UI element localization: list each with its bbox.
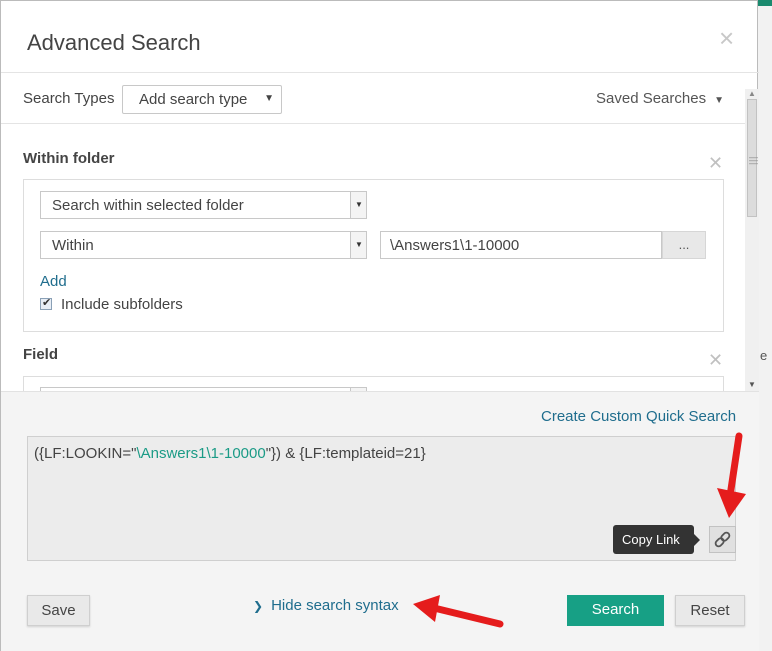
include-subfolders-row: Include subfolders [40, 296, 183, 313]
grip-icon: — — — [749, 152, 758, 168]
hide-search-syntax-label: Hide search syntax [271, 597, 399, 614]
scroll-down-icon[interactable]: ▼ [745, 379, 759, 391]
syntax-suffix: "}) & {LF:templateid=21} [265, 445, 426, 462]
add-search-type-value: Add search type [139, 91, 248, 108]
create-custom-quick-search-link[interactable]: Create Custom Quick Search [541, 408, 736, 425]
within-folder-title: Within folder [23, 150, 115, 167]
syntax-prefix: ({LF:LOOKIN=" [34, 445, 137, 462]
background-accent-bar [758, 0, 772, 6]
syntax-panel: Create Custom Quick Search ({LF:LOOKIN="… [1, 391, 759, 651]
dropdown-button[interactable]: ▼ [350, 192, 366, 218]
saved-searches-dropdown[interactable]: Saved Searches ▼ [596, 90, 724, 107]
save-button[interactable]: Save [27, 595, 90, 626]
syntax-path: \Answers1\1-10000 [136, 445, 266, 462]
saved-searches-label: Saved Searches [596, 90, 707, 107]
dialog-title: Advanced Search [27, 30, 201, 55]
search-button[interactable]: Search [567, 595, 664, 626]
chevron-down-icon: ❯ [253, 599, 264, 613]
add-folder-link[interactable]: Add [40, 273, 67, 290]
search-syntax-text: ({LF:LOOKIN="\Answers1\1-10000"}) & {LF:… [34, 445, 426, 462]
hide-search-syntax-link[interactable]: ❯ Hide search syntax [253, 597, 399, 614]
caret-down-icon: ▼ [355, 200, 363, 209]
browse-folder-button[interactable]: ... [662, 231, 706, 259]
reset-button[interactable]: Reset [675, 595, 745, 626]
folder-scope-value: Search within selected folder [52, 197, 244, 214]
scrollbar-thumb[interactable]: — — — [747, 99, 758, 217]
criteria-scroll-area: Within folder ✕ Search within selected f… [1, 124, 745, 391]
within-folder-box: Search within selected folder ▼ Within ▼… [23, 179, 724, 332]
dropdown-button[interactable]: ▼ [350, 232, 366, 258]
folder-scope-select[interactable]: Search within selected folder ▼ [40, 191, 367, 219]
copy-link-tooltip: Copy Link [613, 525, 700, 554]
background-page-edge: e [758, 0, 772, 651]
add-search-type-select[interactable]: Add search type ▼ [122, 85, 282, 114]
scrollbar[interactable]: ▲ — — — ▼ [745, 89, 759, 391]
link-icon [714, 531, 731, 548]
include-subfolders-label: Include subfolders [61, 296, 183, 313]
search-types-label: Search Types [23, 90, 115, 107]
caret-down-icon: ▼ [264, 93, 274, 104]
within-select[interactable]: Within ▼ [40, 231, 367, 259]
advanced-search-dialog: Advanced Search × Search Types Add searc… [0, 0, 759, 651]
field-box: ▼ [23, 376, 724, 391]
within-value: Within [52, 237, 94, 254]
search-types-row: Search Types Add search type ▼ Saved Sea… [1, 73, 759, 124]
include-subfolders-checkbox[interactable] [40, 296, 52, 310]
remove-within-folder-icon[interactable]: ✕ [708, 153, 723, 174]
field-section-title: Field [23, 346, 59, 363]
background-text-fragment: e [760, 348, 768, 363]
scroll-up-icon[interactable]: ▲ [745, 89, 759, 99]
caret-down-icon: ▼ [714, 95, 724, 106]
remove-field-icon[interactable]: ✕ [708, 350, 723, 371]
copy-link-button[interactable] [709, 526, 736, 553]
caret-down-icon: ▼ [355, 240, 363, 249]
close-icon[interactable]: × [719, 25, 734, 51]
dialog-header: Advanced Search × [1, 1, 759, 73]
folder-path-input[interactable]: \Answers1\1-10000 [380, 231, 662, 259]
